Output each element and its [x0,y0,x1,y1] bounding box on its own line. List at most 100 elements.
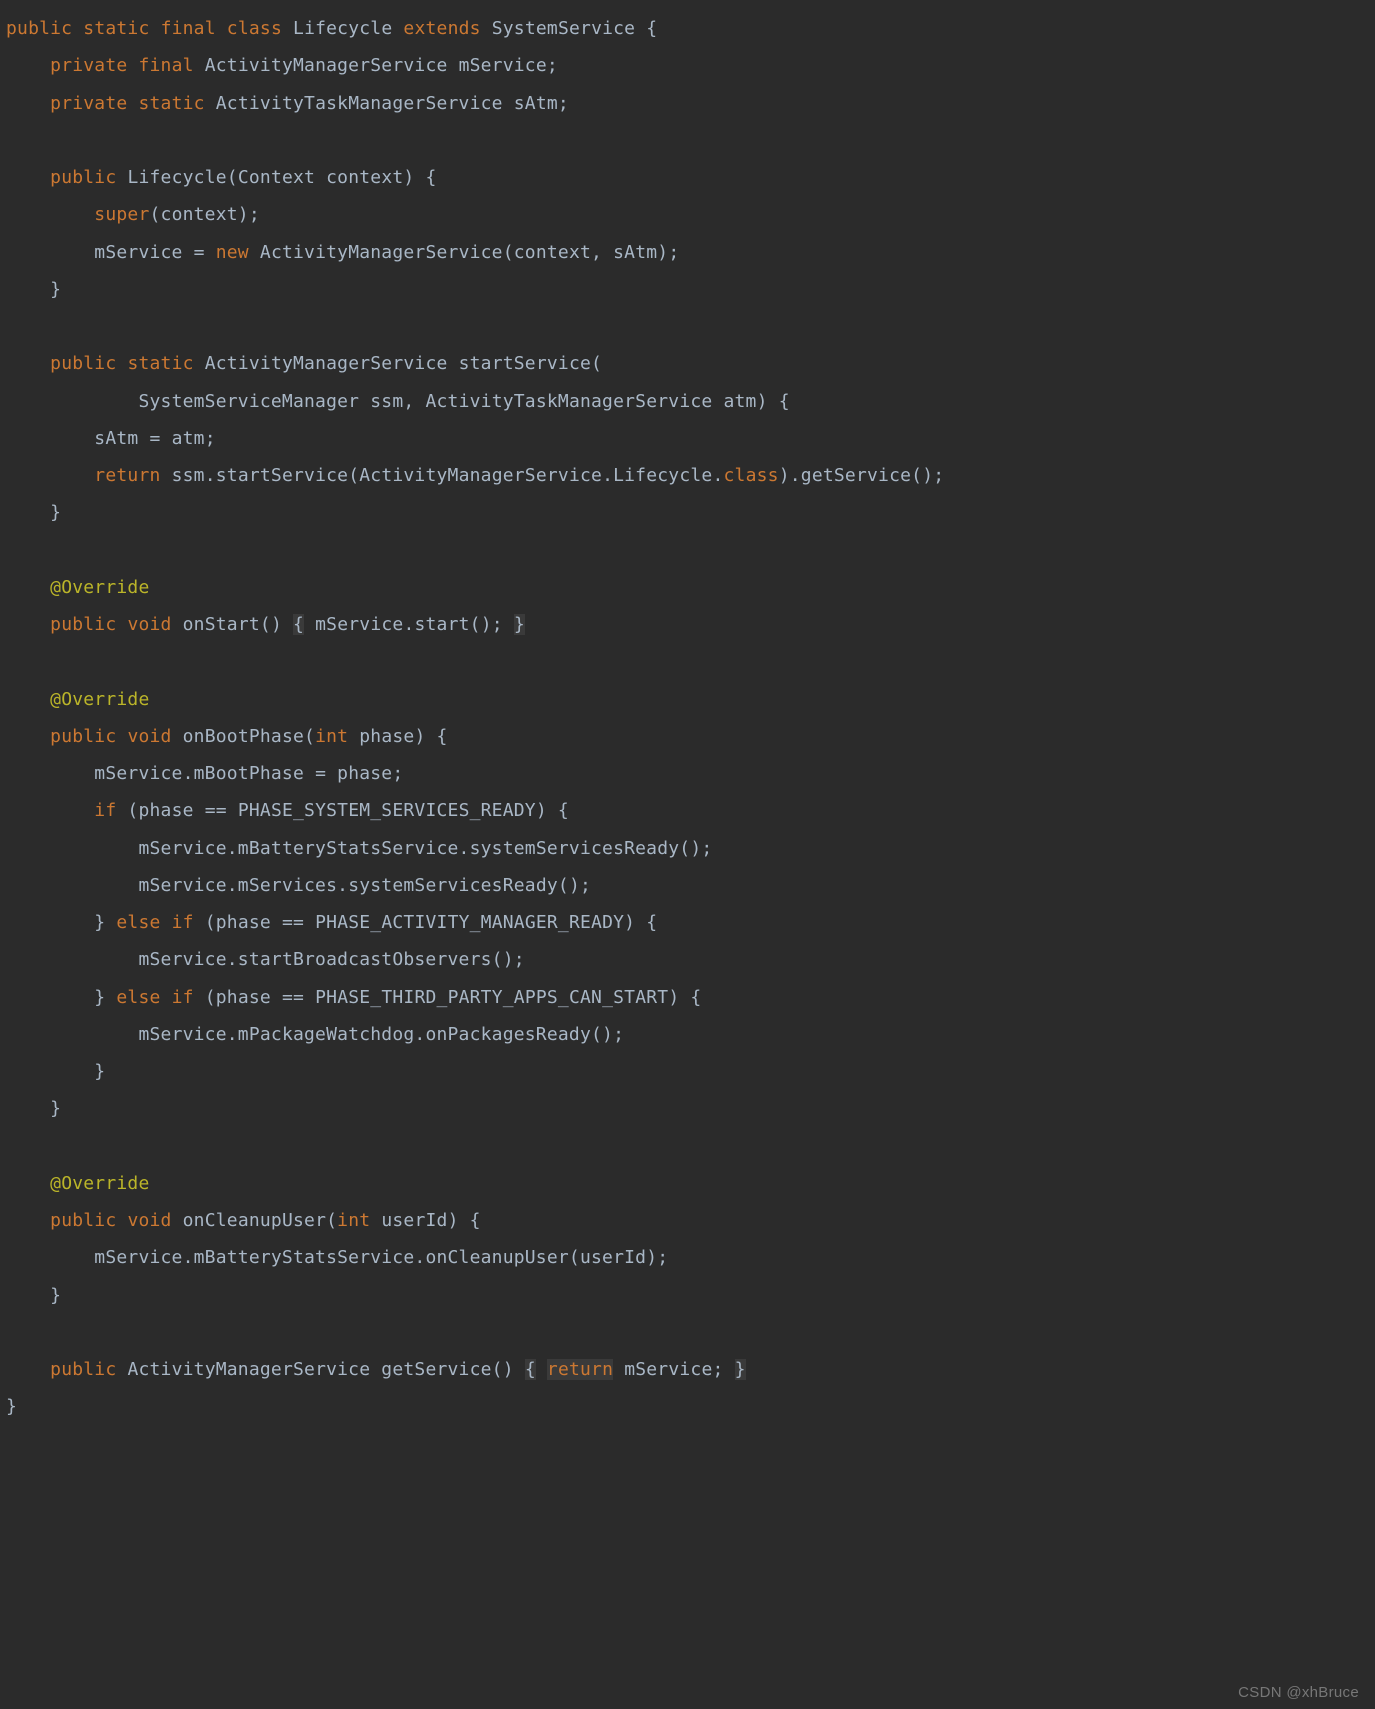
arg: context [514,242,591,263]
brace-close: } [94,987,105,1008]
paren: ) [448,1210,459,1231]
brace-close: } [735,1359,746,1380]
brace-close: } [94,912,105,933]
keyword-super: super [94,204,149,225]
arg: userId [580,1247,646,1268]
call: onCleanupUser [425,1247,568,1268]
type: ActivityManagerService [205,55,448,76]
semi: ; [392,763,403,784]
semi: ; [580,875,591,896]
arg: sAtm [613,242,657,263]
brace-open: { [646,912,657,933]
keyword-else: else [116,987,160,1008]
dot: . [403,614,414,635]
paren: ( [911,465,922,486]
dot: . [414,1024,425,1045]
semi: ; [514,949,525,970]
keyword-if: if [172,912,194,933]
method-name: onBootPhase [183,726,304,747]
brace-open: { [558,800,569,821]
brace-close: } [50,1285,61,1306]
semi: ; [249,204,260,225]
param-type: ActivityTaskManagerService [425,391,712,412]
annotation-override: @Override [50,689,149,710]
brace-open: { [779,391,790,412]
field: mService [138,949,226,970]
paren: ) [403,167,414,188]
paren: ( [205,987,216,1008]
semi: ; [205,428,216,449]
paren: ( [492,1359,503,1380]
paren: ) [503,1359,514,1380]
code-block[interactable]: public static final class Lifecycle exte… [0,0,1375,1436]
eqeq: == [282,987,304,1008]
param: atm [723,391,756,412]
paren: ( [149,204,160,225]
return-type: ActivityManagerService [205,353,448,374]
call: systemServicesReady [470,838,680,859]
paren: ) [757,391,768,412]
dot: . [227,838,238,859]
keyword-public: public [50,1210,116,1231]
param: ssm [370,391,403,412]
paren: ( [127,800,138,821]
dot: . [712,465,723,486]
keyword-if: if [172,987,194,1008]
keyword-else: else [116,912,160,933]
paren: ( [205,912,216,933]
field: mBootPhase [194,763,304,784]
paren: ) [238,204,249,225]
eq: = [150,428,161,449]
var: ssm [172,465,205,486]
var: phase [216,987,271,1008]
keyword-void: void [127,614,171,635]
paren: ) [922,465,933,486]
method-name: startService [459,353,591,374]
keyword-public: public [50,1359,116,1380]
param: context [326,167,403,188]
var: phase [216,912,271,933]
keyword-if: if [94,800,116,821]
param-type: Context [238,167,315,188]
call: getService [801,465,911,486]
paren: ( [227,167,238,188]
param-type: SystemServiceManager [138,391,359,412]
semi: ; [712,1359,723,1380]
semi: ; [657,1247,668,1268]
param: userId [381,1210,447,1231]
paren: ( [591,1024,602,1045]
keyword-class-literal: class [724,465,779,486]
eq: = [194,242,205,263]
brace-open: { [690,987,701,1008]
paren: ) [503,949,514,970]
brace-close: } [6,1396,17,1417]
type: ActivityManagerService [260,242,503,263]
ctor-name: Lifecycle [127,167,226,188]
keyword-return: return [94,465,160,486]
field: mService [138,875,226,896]
semi: ; [558,93,569,114]
brace-close: } [50,279,61,300]
var: phase [138,800,193,821]
dot: . [414,1247,425,1268]
brace-open: { [437,726,448,747]
field: mService [94,242,182,263]
paren: ( [503,242,514,263]
brace-close: } [50,502,61,523]
eq: = [315,763,326,784]
field: mPackageWatchdog [238,1024,415,1045]
call: startBroadcastObservers [238,949,492,970]
semi: ; [492,614,503,635]
dot: . [227,949,238,970]
dot: . [205,465,216,486]
keyword-final: final [138,55,193,76]
keyword-private: private [50,93,127,114]
keyword-static: static [138,93,204,114]
paren: ( [470,614,481,635]
param: phase [359,726,414,747]
const: PHASE_SYSTEM_SERVICES_READY [238,800,536,821]
field: mService [94,1247,182,1268]
semi: ; [613,1024,624,1045]
semi: ; [933,465,944,486]
call: onPackagesReady [425,1024,591,1045]
